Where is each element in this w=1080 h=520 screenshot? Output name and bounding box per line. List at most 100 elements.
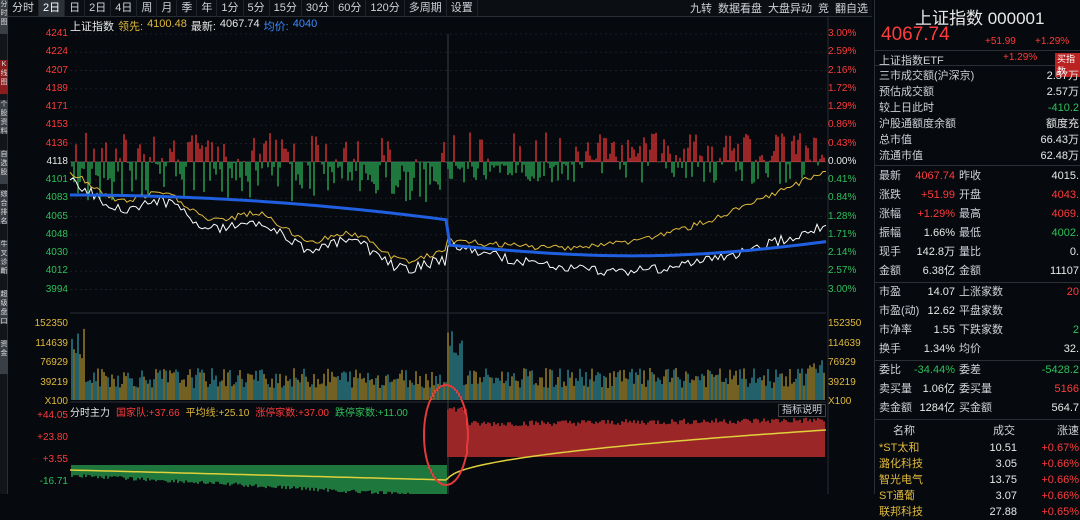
price-axis-right-label: 1.28%: [828, 210, 857, 222]
stock-chg: +0.66%: [1041, 490, 1079, 502]
quote-value: 1.55: [933, 324, 955, 336]
volume-axis-left-label: 76929: [40, 357, 68, 368]
quote-label-2: 委买量: [959, 383, 992, 395]
stock-list-row[interactable]: 智光电气 13.75 +0.66%: [875, 472, 1080, 488]
stat-row: 沪股通额度余额 额度充: [875, 116, 1080, 132]
stat-value: 62.48万: [1040, 150, 1079, 162]
quote-value: 6.38亿: [922, 265, 955, 277]
quote-value-2: -5428.2: [1041, 364, 1079, 376]
stat-value: 2.57万: [1046, 86, 1079, 98]
quote-row: 换手 1.34% 均价 32.: [875, 341, 1080, 357]
quote-value: 142.8万: [916, 246, 955, 258]
quote-value: 1.66%: [923, 227, 955, 239]
quote-label: 市盈(动): [879, 305, 920, 317]
quote-value-2: 20: [1066, 286, 1079, 298]
quote-label-2: 金额: [959, 265, 981, 277]
price-axis-left-label: 4012: [45, 265, 68, 277]
panel-change: +51.99: [985, 36, 1016, 47]
quote-label-2: 上涨家数: [959, 286, 1003, 298]
price-axis-left-label: 4136: [45, 137, 68, 149]
intraday-chart[interactable]: [0, 0, 874, 494]
price-axis-left-label: 4083: [45, 192, 68, 204]
quote-label: 现手: [879, 246, 901, 258]
price-axis-right-label: 2.57%: [828, 265, 857, 277]
price-axis-left-label: 4048: [45, 228, 68, 240]
panel-price: 4067.74: [881, 24, 950, 45]
quote-value: 1284亿: [919, 402, 955, 414]
stat-row: 流通市值 62.48万: [875, 148, 1080, 164]
quote-row: 市盈(动) 12.62 平盘家数: [875, 303, 1080, 319]
etf-pct: +1.29%: [1003, 52, 1038, 63]
stat-label: 较上日此时: [879, 102, 934, 114]
quote-label: 市净率: [879, 324, 912, 336]
price-axis-right-label: 1.29%: [828, 101, 857, 112]
quote-row: 卖买量 1.06亿 委买量 5166: [875, 381, 1080, 397]
stock-name: 联邦科技: [879, 506, 923, 518]
money-axis-label: +3.55: [42, 454, 68, 465]
etf-row[interactable]: 上证指数ETF +1.29% 买指数: [875, 50, 1080, 77]
stock-name: 智光电气: [879, 474, 923, 486]
quote-label-2: 买金额: [959, 402, 992, 414]
volume-axis-right-label: 76929: [828, 357, 856, 368]
price-axis-left-label: 4224: [45, 46, 68, 58]
price-axis-right-label: 2.59%: [828, 46, 857, 58]
stock-list-row[interactable]: 联邦科技 27.88 +0.65%: [875, 504, 1080, 520]
price-axis-right-label: 2.14%: [828, 247, 857, 258]
stock-list-row[interactable]: 潞化科技 3.05 +0.66%: [875, 456, 1080, 472]
flow-item-national: 国家队:+37.66: [116, 408, 180, 419]
price-axis-right-label: 0.86%: [828, 119, 857, 131]
panel-change-pct: +1.29%: [1035, 36, 1070, 47]
stat-label: 流通市值: [879, 150, 923, 162]
divider: [875, 165, 1080, 166]
quote-value-2: 0.: [1069, 246, 1079, 258]
quote-label-2: 平盘家数: [959, 305, 1003, 317]
quote-label-2: 均价: [959, 343, 981, 355]
indicator-help-button[interactable]: 指标说明: [778, 404, 826, 417]
quote-label: 卖金额: [879, 402, 912, 414]
etf-name: 上证指数ETF: [879, 55, 944, 67]
price-axis-right-label: 0.41%: [828, 174, 857, 185]
price-axis-right-label: 0.00%: [828, 155, 857, 167]
money-axis-label: -16.71: [39, 476, 68, 487]
quote-value-2: 5166: [1054, 383, 1079, 395]
volume-axis-right-label: X100: [828, 396, 852, 407]
stat-label: 三市成交额(沪深京): [879, 70, 975, 82]
quote-value-2: 4015.: [1051, 170, 1079, 182]
quote-value-2: 32.: [1063, 343, 1079, 355]
quote-value-2: 2: [1072, 324, 1079, 336]
price-axis-right-label: 0.84%: [828, 192, 857, 204]
stock-chg: +0.66%: [1041, 458, 1079, 470]
flow-item-limit-down: 跌停家数:+11.00: [334, 408, 408, 419]
flow-item-limit-up: 涨停家数:+37.00: [255, 408, 329, 419]
price-axis-right-label: 2.16%: [828, 64, 857, 76]
price-axis-right-label: 1.71%: [828, 228, 857, 240]
stock-price: 3.05: [995, 458, 1017, 470]
volume-axis-left-label: 114639: [35, 337, 68, 349]
price-axis-left-label: 4118: [46, 155, 68, 167]
price-axis-left-label: 3994: [45, 283, 68, 295]
quote-label: 换手: [879, 343, 901, 355]
quote-row: 金额 6.38亿 金额 11107: [875, 263, 1080, 279]
quote-value: +1.29%: [917, 208, 955, 220]
stat-value: 额度充: [1046, 118, 1079, 130]
quote-value-2: 564.7: [1051, 402, 1079, 414]
stock-price: 27.88: [989, 506, 1017, 518]
quote-value: 14.07: [927, 286, 955, 298]
quote-label-2: 昨收: [959, 170, 981, 182]
quote-value: 1.06亿: [922, 383, 955, 395]
quote-label-2: 最高: [959, 208, 981, 220]
stock-list-row[interactable]: ST通葡 3.07 +0.66%: [875, 488, 1080, 504]
flow-item-avg: 平均线:+25.10: [185, 408, 250, 419]
stat-value: 66.43万: [1040, 134, 1079, 146]
quote-label: 市盈: [879, 286, 901, 298]
price-axis-left-label: 4065: [45, 210, 68, 222]
stock-price: 3.07: [995, 490, 1017, 502]
price-axis-left-label: 4241: [45, 28, 68, 39]
quote-label-2: 量比: [959, 246, 981, 258]
price-axis-right-label: 0.43%: [828, 137, 857, 149]
stock-list-row[interactable]: *ST太和 10.51 +0.67%: [875, 440, 1080, 456]
quote-row: 振幅 1.66% 最低 4002.: [875, 225, 1080, 241]
quote-value: 4067.74: [915, 170, 955, 182]
stock-chg: +0.66%: [1041, 474, 1079, 486]
money-axis-label: +23.80: [37, 432, 68, 443]
